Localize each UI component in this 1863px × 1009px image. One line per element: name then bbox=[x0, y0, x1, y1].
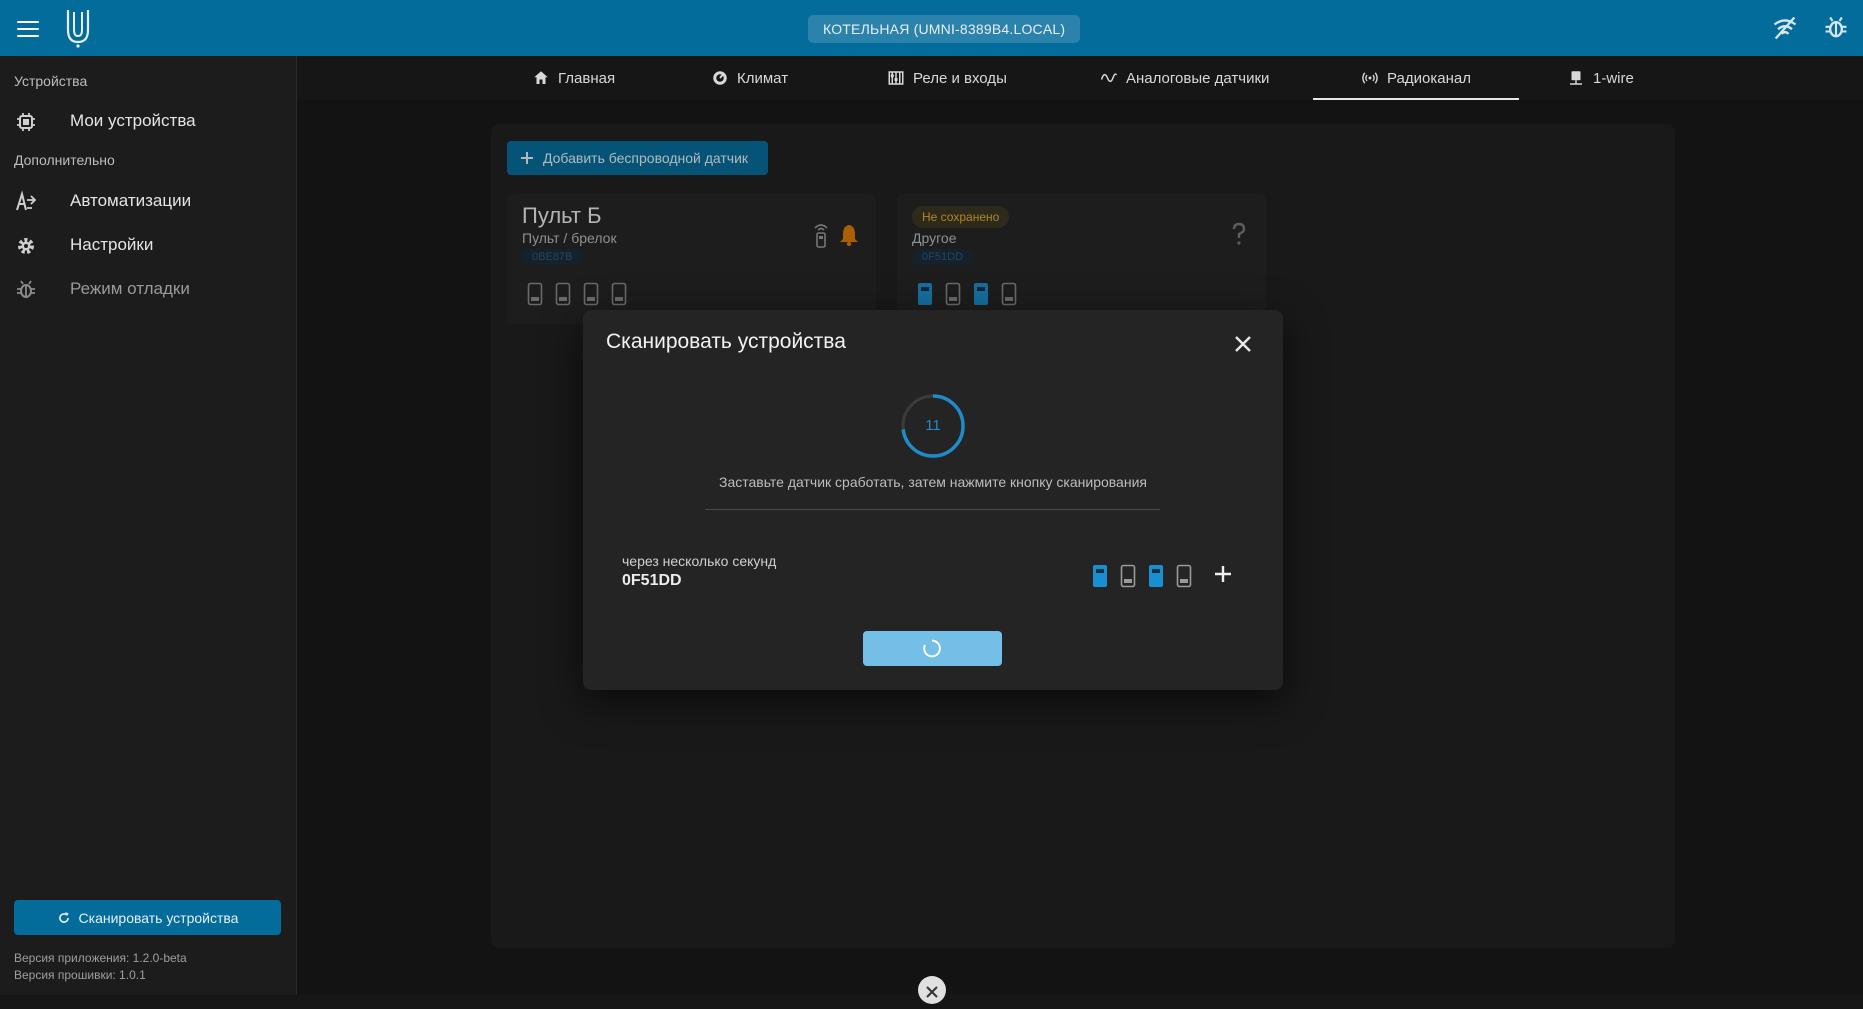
menu-icon[interactable] bbox=[14, 16, 42, 40]
scan-devices-button[interactable]: Сканировать устройства bbox=[14, 900, 281, 935]
refresh-icon bbox=[58, 911, 69, 923]
sidebar-item-automations[interactable]: Автоматизации bbox=[0, 181, 296, 221]
tab-label: Радиоканал bbox=[1387, 69, 1471, 87]
tab-climate[interactable]: Климат bbox=[711, 56, 788, 100]
sidebar-item-label: Настройки bbox=[70, 235, 154, 254]
sidebar-item-label: Мои устройства bbox=[70, 111, 196, 130]
tab-label: Главная bbox=[558, 69, 616, 87]
sidebar-item-my-devices[interactable]: Мои устройства bbox=[0, 101, 296, 141]
one-wire-icon bbox=[1570, 71, 1582, 85]
remote-button-active-icon bbox=[1093, 565, 1107, 587]
top-app-bar: КОТЕЛЬНАЯ (UMNI-8389B4.LOCAL) bbox=[0, 0, 1863, 56]
chip-icon bbox=[17, 113, 35, 131]
tab-home[interactable]: Главная bbox=[532, 56, 615, 100]
host-name[interactable]: КОТЕЛЬНАЯ (UMNI-8389B4.LOCAL) bbox=[808, 15, 1081, 43]
remote-button-icon bbox=[1176, 564, 1192, 588]
scan-button[interactable] bbox=[863, 631, 1002, 666]
chevron-down-icon[interactable] bbox=[918, 976, 946, 1004]
tab-label: Климат bbox=[737, 69, 789, 87]
home-icon bbox=[534, 71, 548, 84]
result-device-id: 0F51DD bbox=[622, 572, 682, 589]
scan-devices-dialog: Сканировать устройства 11 Заставьте датч… bbox=[583, 310, 1283, 690]
remote-button-icon bbox=[1120, 564, 1136, 588]
thermostat-icon bbox=[713, 71, 727, 85]
gear-icon bbox=[18, 238, 34, 254]
wifi-off-icon[interactable] bbox=[1771, 14, 1799, 42]
close-icon[interactable] bbox=[1231, 332, 1255, 356]
tab-analog[interactable]: Аналоговые датчики bbox=[1100, 56, 1269, 100]
remote-button-active-icon bbox=[1149, 565, 1163, 587]
sidebar-item-settings[interactable]: Настройки bbox=[0, 225, 296, 265]
countdown-value: 11 bbox=[925, 417, 941, 434]
dialog-title: Сканировать устройства bbox=[606, 330, 846, 353]
tab-label: 1-wire bbox=[1593, 69, 1634, 87]
sidebar-heading-devices: Устройства bbox=[14, 73, 88, 89]
tab-label: Реле и входы bbox=[913, 69, 1007, 87]
radio-icon bbox=[1362, 72, 1378, 84]
automation-icon bbox=[16, 190, 37, 211]
result-time-label: через несколько секунд bbox=[622, 553, 777, 569]
scan-devices-label: Сканировать устройства bbox=[78, 909, 239, 926]
result-buttons bbox=[1092, 564, 1192, 588]
logo bbox=[66, 10, 90, 48]
tab-one-wire[interactable]: 1-wire bbox=[1567, 56, 1634, 100]
sidebar-item-label: Режим отладки bbox=[70, 279, 190, 298]
loading-spinner-icon bbox=[923, 639, 941, 658]
divider bbox=[705, 509, 1160, 510]
app-version: Версия приложения: 1.2.0-beta bbox=[14, 951, 187, 965]
tab-radio[interactable]: Радиоканал bbox=[1313, 56, 1519, 100]
wave-icon bbox=[1100, 73, 1118, 83]
bug-icon bbox=[17, 280, 35, 298]
tab-relays[interactable]: Реле и входы bbox=[887, 56, 1007, 100]
firmware-version: Версия прошивки: 1.0.1 bbox=[14, 968, 146, 982]
sidebar-item-label: Автоматизации bbox=[70, 191, 192, 210]
debug-icon[interactable] bbox=[1822, 14, 1850, 42]
sidebar-heading-extra: Дополнительно bbox=[14, 152, 115, 168]
sidebar: Устройства Мои устройства Дополнительно … bbox=[0, 56, 297, 995]
add-device-icon[interactable] bbox=[1211, 562, 1235, 586]
tab-label: Аналоговые датчики bbox=[1126, 69, 1270, 87]
relay-icon bbox=[888, 71, 904, 85]
tab-bar: Главная Климат Реле и входы Аналоговые д… bbox=[297, 56, 1863, 100]
scan-hint: Заставьте датчик сработать, затем нажмит… bbox=[719, 474, 1147, 490]
sidebar-item-debug[interactable]: Режим отладки bbox=[0, 269, 296, 309]
